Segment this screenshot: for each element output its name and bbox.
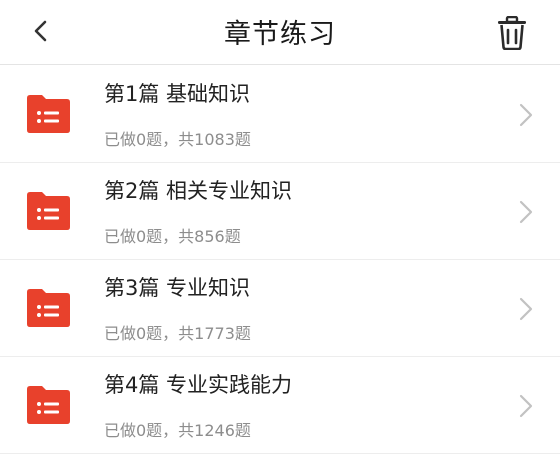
chapter-progress: 已做0题，共1246题	[104, 421, 251, 440]
chapter-progress: 已做0题，共856题	[104, 227, 241, 246]
chapter-list: 第1篇 基础知识 已做0题，共1083题 第2篇 相关专业知识 已做0题，共85…	[0, 66, 560, 454]
folder-list-icon	[27, 192, 70, 230]
folder-list-icon	[27, 95, 70, 133]
chapter-title: 第1篇 基础知识	[104, 82, 251, 106]
folder-list-icon	[27, 289, 70, 327]
chapter-title: 第2篇 相关专业知识	[104, 179, 293, 203]
chevron-right-icon	[519, 297, 533, 321]
folder-list-icon	[27, 386, 70, 424]
chapter-progress: 已做0题，共1773题	[104, 324, 251, 343]
chapter-item-4[interactable]: 第4篇 专业实践能力 已做0题，共1246题	[0, 357, 560, 454]
page-title: 章节练习	[224, 19, 336, 50]
chevron-right-icon	[519, 394, 533, 418]
top-bar: 章节练习	[0, 0, 560, 65]
chevron-right-icon	[519, 200, 533, 224]
chevron-right-icon	[519, 103, 533, 127]
chapter-progress: 已做0题，共1083题	[104, 130, 251, 149]
chapter-item-3[interactable]: 第3篇 专业知识 已做0题，共1773题	[0, 260, 560, 357]
chapter-item-1[interactable]: 第1篇 基础知识 已做0题，共1083题	[0, 66, 560, 163]
chapter-title: 第4篇 专业实践能力	[104, 373, 293, 397]
trash-icon[interactable]	[496, 16, 528, 50]
chapter-item-2[interactable]: 第2篇 相关专业知识 已做0题，共856题	[0, 163, 560, 260]
chapter-title: 第3篇 专业知识	[104, 276, 251, 300]
